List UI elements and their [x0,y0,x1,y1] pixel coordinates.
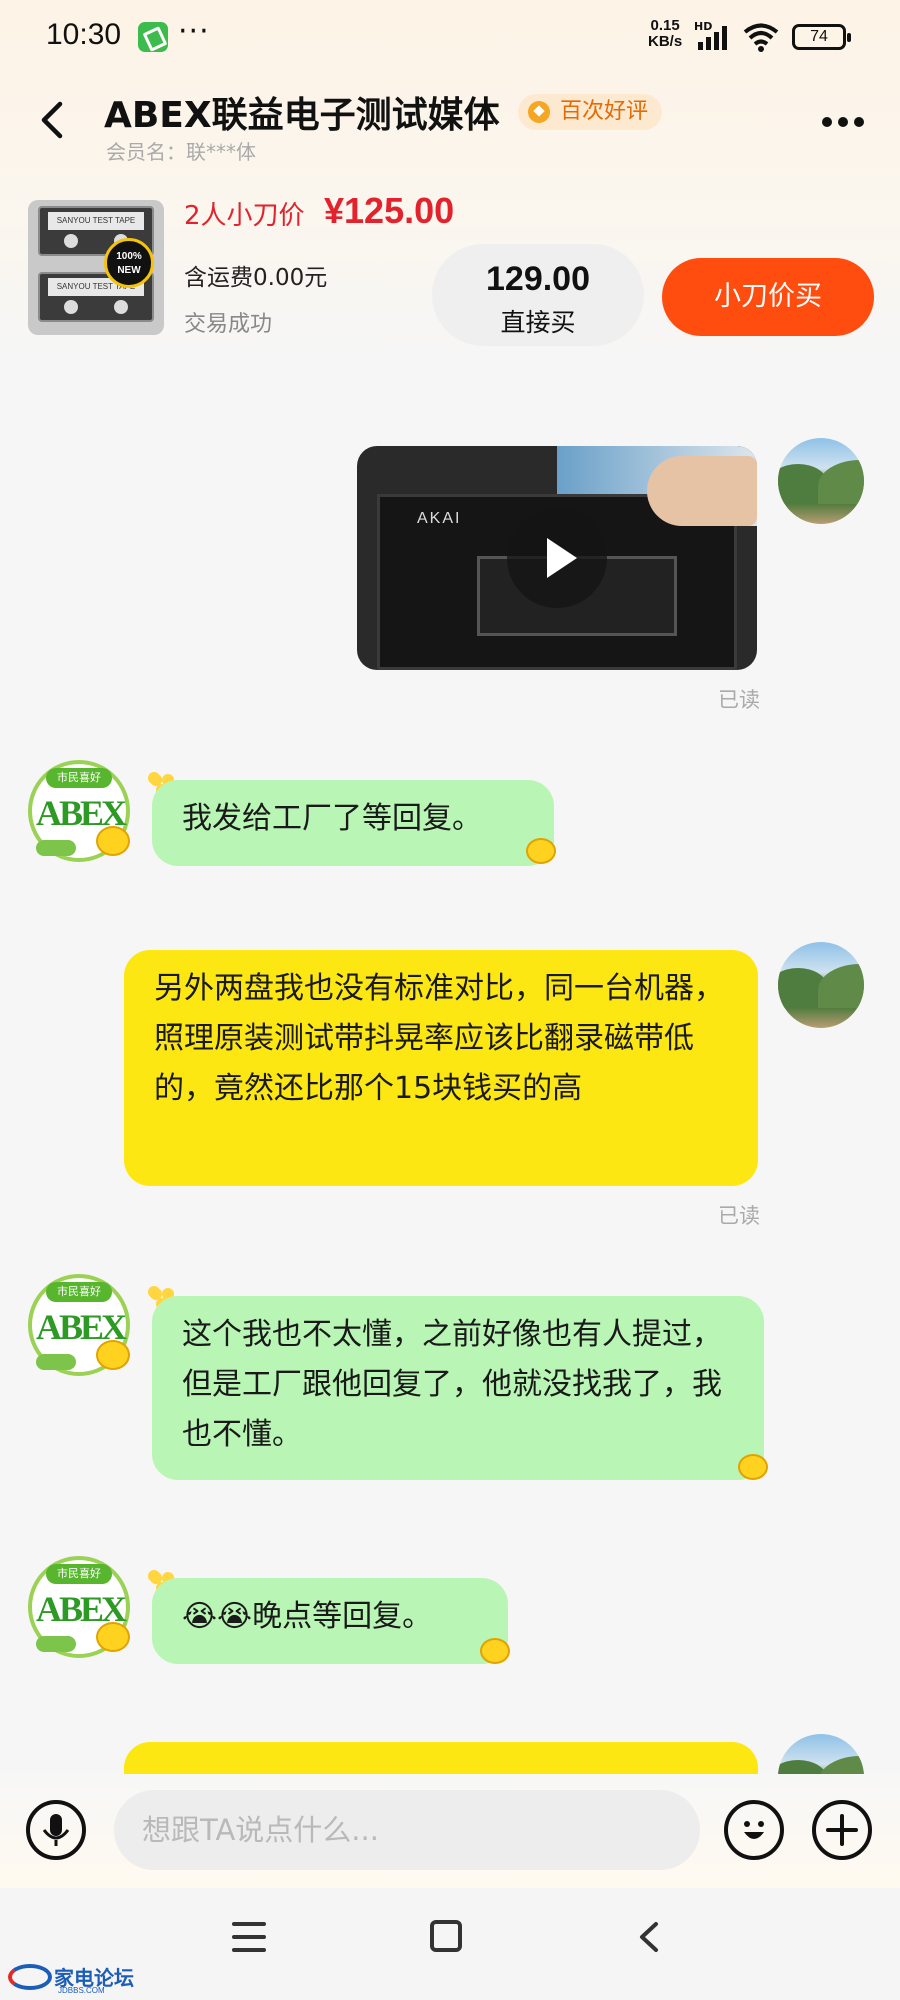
shipping-fee: 含运费0.00元 [184,265,328,291]
plus-icon [826,1814,858,1846]
watermark-logo-icon [8,1964,52,1990]
grass-icon [36,840,76,856]
new-badge: 100% NEW [104,238,154,288]
network-speed-unit: KB/s [648,33,683,50]
video-message[interactable]: AKAI [357,446,757,670]
menu-line [232,1948,266,1952]
emoji-button[interactable] [724,1800,784,1860]
offer-price: ¥125.00 [324,190,455,231]
message-bubble[interactable]: 😭😭晚点等回复。 [152,1578,508,1664]
play-icon[interactable] [507,508,607,608]
network-speed: 0.15 KB/s [648,18,682,50]
microphone-icon [42,1814,70,1846]
wifi-icon [743,23,779,52]
grass-icon [36,1636,76,1652]
direct-buy-button[interactable]: 129.00 直接买 [432,244,644,346]
battery-icon: 74 [792,24,851,50]
shop-avatar[interactable]: 市民喜好 ABEX [28,760,134,866]
shop-avatar-top-text: 市民喜好 [46,1564,112,1584]
menu-line [232,1922,266,1926]
status-time: 10:30 [46,18,122,51]
shop-avatar[interactable]: 市民喜好 ABEX [28,1274,134,1380]
chick-icon [96,826,130,856]
message-bubble[interactable]: 我发给工厂了等回复。 [152,780,554,866]
more-dot [854,117,864,127]
user-avatar[interactable] [778,438,864,524]
more-dot [822,117,832,127]
user-avatar[interactable] [778,942,864,1028]
cut-price-buy-button[interactable]: 小刀价买 [662,258,874,336]
app-notification-icon [138,22,168,52]
message-bubble-partial[interactable] [124,1742,758,1774]
more-options-button[interactable] [822,112,870,127]
rating-badge-label: 百次好评 [560,99,649,124]
system-back-button[interactable] [632,1918,668,1956]
rating-badge: 百次好评 [518,94,663,130]
tape-label: SANYOU TEST TAPE [48,212,144,230]
user-avatar[interactable] [778,1734,864,1774]
more-notifications-icon: ··· [178,14,210,49]
shop-avatar-top-text: 市民喜好 [46,1282,112,1302]
watermark-sub: JDBBS.COM [58,1986,105,1995]
chick-icon [96,1340,130,1370]
chat-title: ABEX联益电子测试媒体 [104,95,500,136]
product-thumbnail[interactable]: SANYOU TEST TAPE SANYOU TEST TAPE 100% N… [28,200,164,335]
direct-buy-label: 直接买 [500,308,576,337]
input-bar [0,1774,900,1888]
chick-icon [738,1454,768,1480]
message-input[interactable] [114,1790,700,1870]
recent-apps-button[interactable] [232,1922,268,1952]
video-brand-text: AKAI [417,510,462,527]
direct-buy-price: 129.00 [486,260,590,298]
chick-icon [526,838,556,864]
grass-icon [36,1354,76,1370]
chat-messages[interactable]: AKAI 已读 市民喜好 ABEX 我发给工厂了等回复。 另外两盘我也没有标准对… [0,364,900,1774]
medal-icon [528,101,550,123]
shop-avatar[interactable]: 市民喜好 ABEX [28,1556,134,1662]
add-button[interactable] [812,1800,872,1860]
trade-status: 交易成功 [184,312,273,337]
watermark: 家电论坛 JDBBS.COM [8,1960,148,1998]
back-button[interactable] [30,90,80,150]
read-receipt: 已读 [718,688,760,712]
offer-label: 2人小刀价 [184,201,305,231]
message-bubble[interactable]: 这个我也不太懂，之前好像也有人提过，但是工厂跟他回复了，他就没找我了，我也不懂。 [152,1296,764,1480]
network-speed-value: 0.15 [650,17,680,34]
message-bubble[interactable]: 另外两盘我也没有标准对比，同一台机器，照理原装测试带抖晃率应该比翻录磁带低的，竟… [124,950,758,1186]
home-button[interactable] [430,1920,462,1952]
shop-avatar-top-text: 市民喜好 [46,768,112,788]
more-dot [838,117,848,127]
video-frame-hand [647,456,757,526]
tape-hole [64,300,78,314]
emoji-icon [744,1821,764,1839]
tape-hole [114,300,128,314]
member-name: 会员名：联***体 [106,140,256,164]
chick-icon [480,1638,510,1664]
menu-line [232,1935,266,1939]
signal-icon [698,26,727,50]
chick-icon [96,1622,130,1652]
status-bar: 10:30 ··· 0.15 KB/s HD 74 [0,0,900,76]
voice-button[interactable] [26,1800,86,1860]
tape-hole [64,234,78,248]
read-receipt: 已读 [718,1204,760,1228]
